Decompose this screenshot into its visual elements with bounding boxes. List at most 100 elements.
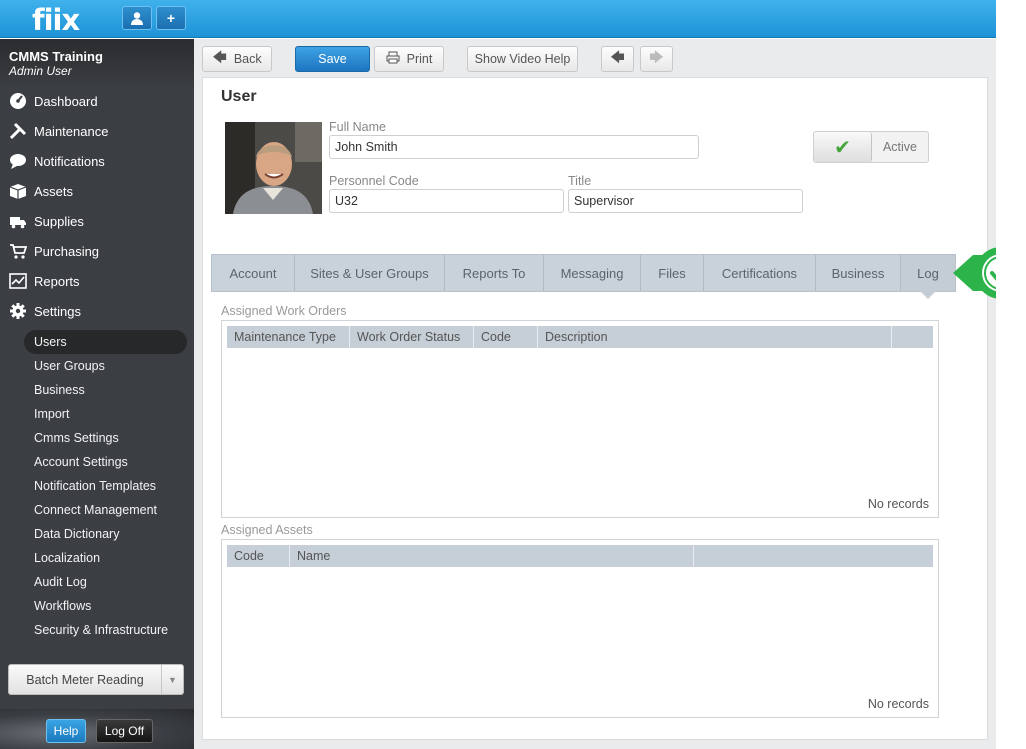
back-button[interactable]: 🡄 Back (202, 46, 272, 72)
subnav-item-business[interactable]: Business (0, 378, 194, 402)
title-label: Title (568, 174, 592, 188)
active-toggle[interactable]: ✔ Active (813, 131, 929, 163)
column-header[interactable]: Work Order Status (350, 326, 474, 348)
tab-files[interactable]: Files (641, 255, 704, 291)
save-button[interactable]: Save (295, 46, 370, 72)
full-name-field[interactable]: John Smith (329, 135, 699, 159)
sidebar-item-label: Purchasing (34, 243, 100, 259)
sidebar-item-settings[interactable]: Settings (0, 296, 194, 326)
subnav-item-notification-templates[interactable]: Notification Templates (0, 474, 194, 498)
sidebar-item-reports[interactable]: Reports (0, 266, 194, 296)
print-label: Print (406, 52, 433, 66)
subnav-item-account-settings[interactable]: Account Settings (0, 450, 194, 474)
sidebar-item-label: Maintenance (34, 123, 109, 139)
tab-messaging[interactable]: Messaging (544, 255, 641, 291)
no-records-text: No records (867, 497, 929, 511)
sidebar-item-supplies[interactable]: Supplies (0, 206, 194, 236)
title-field[interactable]: Supervisor (568, 189, 803, 213)
tab-account[interactable]: Account (212, 255, 295, 291)
page-title: User (221, 88, 257, 105)
arrow-left-icon: 🡄 (212, 49, 227, 65)
column-header[interactable]: Description (538, 326, 892, 348)
subnav-item-audit-log[interactable]: Audit Log (0, 570, 194, 594)
no-records-text: No records (867, 697, 929, 711)
subnav-item-connect-management[interactable]: Connect Management (0, 498, 194, 522)
sidebar-item-label: Dashboard (34, 93, 98, 109)
user-icon (131, 12, 143, 25)
sidebar: CMMS Training Admin User Dashboard Maint… (0, 39, 194, 749)
back-label: Back (233, 52, 262, 66)
sidebar-item-label: Notifications (34, 153, 105, 169)
tab-reports-to[interactable]: Reports To (445, 255, 544, 291)
truck-icon (8, 212, 28, 230)
main-content: 🡄 Back Save Print Show Video Help 🡄 🡆 Us… (194, 39, 1026, 749)
tab-bar: Account Sites & User Groups Reports To M… (211, 254, 956, 299)
tools-icon (8, 122, 28, 140)
sidebar-item-notifications[interactable]: Notifications (0, 146, 194, 176)
dashboard-icon (8, 92, 28, 110)
work-orders-grid: Maintenance Type Work Order Status Code … (221, 320, 939, 518)
subnav-item-cmms-settings[interactable]: Cmms Settings (0, 426, 194, 450)
sidebar-footer: Help Log Off (0, 709, 194, 749)
log-off-button[interactable]: Log Off (96, 719, 153, 743)
personnel-code-label: Personnel Code (329, 174, 419, 188)
subnav-item-workflows[interactable]: Workflows (0, 594, 194, 618)
tab-sites-user-groups[interactable]: Sites & User Groups (295, 255, 445, 291)
column-header[interactable]: Name (290, 545, 694, 567)
top-bar: fiix + (0, 0, 996, 38)
subnav-item-data-dictionary[interactable]: Data Dictionary (0, 522, 194, 546)
show-video-help-button[interactable]: Show Video Help (467, 46, 578, 72)
chart-icon (8, 272, 28, 290)
tab-log[interactable]: Log (901, 255, 955, 299)
checkmark-icon: ✔ (814, 132, 872, 162)
subnav-item-security-infrastructure[interactable]: Security & Infrastructure (0, 618, 194, 642)
main-nav: Dashboard Maintenance Notifications Asse… (0, 86, 194, 326)
sidebar-item-dashboard[interactable]: Dashboard (0, 86, 194, 116)
work-orders-header: Maintenance Type Work Order Status Code … (227, 326, 933, 348)
arrow-left-icon: 🡄 (610, 49, 625, 65)
personnel-code-field[interactable]: U32 (329, 189, 564, 213)
column-header[interactable]: Code (227, 545, 290, 567)
window-margin (996, 0, 1026, 749)
fiix-logo[interactable]: fiix (32, 3, 80, 37)
next-record-button[interactable]: 🡆 (640, 46, 673, 72)
print-button[interactable]: Print (374, 46, 444, 72)
arrow-right-icon: 🡆 (649, 49, 664, 65)
user-profile-button[interactable] (122, 6, 152, 30)
chat-bubble-icon (8, 152, 28, 170)
user-panel: User Full Name John Smith Personnel Code… (202, 77, 1026, 740)
assigned-work-orders-label: Assigned Work Orders (221, 304, 347, 318)
previous-record-button[interactable]: 🡄 (601, 46, 634, 72)
plus-icon: + (166, 10, 176, 26)
column-header[interactable]: Maintenance Type (227, 326, 350, 348)
sidebar-item-maintenance[interactable]: Maintenance (0, 116, 194, 146)
full-name-label: Full Name (329, 120, 386, 134)
subnav-item-import[interactable]: Import (0, 402, 194, 426)
sidebar-item-label: Supplies (34, 213, 84, 229)
sidebar-item-label: Settings (34, 303, 81, 319)
subnav-item-localization[interactable]: Localization (0, 546, 194, 570)
sidebar-item-assets[interactable]: Assets (0, 176, 194, 206)
printer-icon (386, 51, 400, 67)
add-button[interactable]: + (156, 6, 186, 30)
settings-subnav: Users User Groups Business Import Cmms S… (0, 330, 194, 642)
assigned-assets-label: Assigned Assets (221, 523, 313, 537)
tab-certifications[interactable]: Certifications (704, 255, 816, 291)
user-photo[interactable] (225, 122, 322, 214)
column-header (892, 326, 933, 348)
subnav-item-users[interactable]: Users (24, 330, 187, 354)
column-header[interactable]: Code (474, 326, 538, 348)
subnav-item-user-groups[interactable]: User Groups (0, 354, 194, 378)
sidebar-item-purchasing[interactable]: Purchasing (0, 236, 194, 266)
user-role: Admin User (9, 64, 72, 78)
batch-meter-reading-label: Batch Meter Reading (26, 672, 144, 687)
org-name: CMMS Training (9, 49, 103, 64)
column-header (694, 545, 933, 567)
active-status-label: Active (882, 140, 918, 154)
sidebar-item-label: Assets (34, 183, 74, 199)
chevron-down-icon[interactable]: ▼ (161, 665, 183, 694)
help-button[interactable]: Help (46, 719, 86, 743)
tab-business[interactable]: Business (816, 255, 901, 291)
batch-meter-reading-button[interactable]: Batch Meter Reading ▼ (8, 664, 184, 695)
gear-icon (8, 302, 28, 320)
